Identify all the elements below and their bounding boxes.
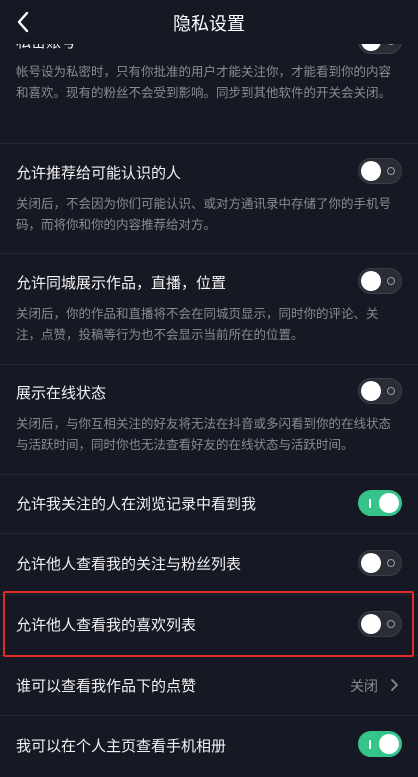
same-city-desc: 关闭后，你的作品和直播将不会在同城页显示，同时你的评论、关注，点赞，投稿等行为也…	[16, 306, 379, 342]
highlight-box	[3, 591, 414, 657]
toggle-off-indicator	[387, 559, 395, 567]
top-bar: 隐私设置	[0, 0, 418, 44]
online-status-toggle[interactable]	[358, 378, 402, 404]
page-title: 隐私设置	[173, 14, 245, 35]
recommend-section: 允许推荐给可能认识的人 关闭后，不会因为你们可能认识、或对方通讯录中存储了你的手…	[0, 143, 418, 254]
same-city-label: 允许同城展示作品，直播，位置	[16, 274, 227, 292]
online-status-label: 展示在线状态	[16, 384, 107, 402]
toggle-off-indicator	[387, 387, 395, 395]
online-status-section: 展示在线状态 关闭后，与你互相关注的好友将无法在抖音或多闪看到你的在线状态与活跃…	[0, 364, 418, 475]
same-city-section: 允许同城展示作品，直播，位置 关闭后，你的作品和直播将不会在同城页显示，同时你的…	[0, 253, 418, 365]
browse-history-section[interactable]: 允许我关注的人在浏览记录中看到我	[0, 474, 418, 534]
chevron-right-icon	[391, 679, 398, 691]
browse-history-label: 允许我关注的人在浏览记录中看到我	[16, 495, 257, 513]
settings-list: 私密账号 帐号设为私密时，只有你批准的用户才能关注你，才能看到你的内容和喜欢。现…	[0, 0, 418, 777]
recommend-label: 允许推荐给可能认识的人	[16, 164, 182, 182]
same-city-toggle[interactable]	[358, 268, 402, 294]
toggle-knob	[379, 734, 399, 754]
toggle-knob	[361, 381, 381, 401]
likes-viewer-label: 谁可以查看我作品下的点赞	[16, 677, 197, 695]
likes-viewer-section[interactable]: 谁可以查看我作品下的点赞 关闭	[0, 655, 418, 716]
album-section[interactable]: 我可以在个人主页查看手机相册	[0, 715, 418, 777]
toggle-off-indicator	[387, 167, 395, 175]
toggle-knob	[361, 553, 381, 573]
toggle-on-indicator	[369, 499, 371, 508]
recommend-toggle[interactable]	[358, 158, 402, 184]
likes-viewer-value: 关闭	[350, 679, 378, 695]
private-account-desc: 帐号设为私密时，只有你批准的用户才能关注你，才能看到你的内容和喜欢。现有的粉丝不…	[16, 64, 392, 100]
album-label: 我可以在个人主页查看手机相册	[16, 737, 227, 755]
follow-list-label: 允许他人查看我的关注与粉丝列表	[16, 555, 242, 573]
toggle-on-indicator	[369, 740, 371, 749]
album-toggle[interactable]	[358, 731, 402, 757]
online-status-desc: 关闭后，与你互相关注的好友将无法在抖音或多闪看到你的在线状态与活跃时间，同时你也…	[16, 416, 392, 452]
follow-list-toggle[interactable]	[358, 550, 402, 576]
toggle-knob	[361, 271, 381, 291]
toggle-knob	[361, 161, 381, 181]
toggle-knob	[379, 493, 399, 513]
browse-history-toggle[interactable]	[358, 490, 402, 516]
toggle-off-indicator	[387, 277, 395, 285]
recommend-desc: 关闭后，不会因为你们可能认识、或对方通讯录中存储了你的手机号码，而将你和你的内容…	[16, 196, 392, 232]
follow-list-section[interactable]: 允许他人查看我的关注与粉丝列表	[0, 533, 418, 595]
